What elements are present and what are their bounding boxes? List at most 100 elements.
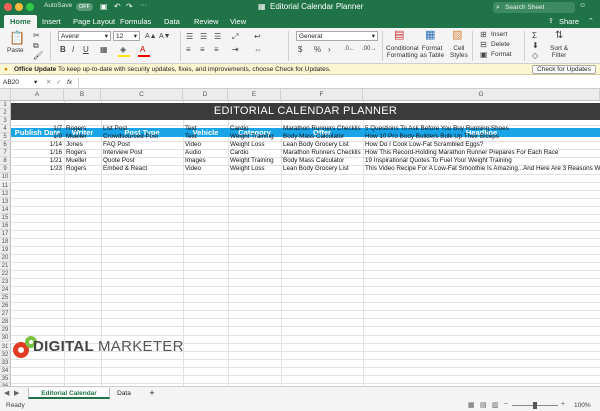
clipboard-icon[interactable]: 📋 (9, 31, 25, 44)
tab-insert[interactable]: Insert (36, 15, 67, 28)
cell-post-type[interactable]: Quote Post (103, 157, 181, 165)
delete-button[interactable]: Delete (491, 41, 510, 48)
cell-category[interactable]: Cardio (230, 125, 279, 133)
more-icon[interactable]: ··· (140, 2, 147, 9)
fill-color-icon[interactable]: ◈ (120, 45, 126, 54)
sheet-tab-editorial-calendar[interactable]: Editorial Calendar (28, 388, 110, 399)
row-header[interactable]: 35 (0, 374, 11, 383)
autosum-icon[interactable]: Σ (532, 31, 537, 40)
cell-styles-icon[interactable]: ▧ (452, 30, 462, 41)
cell-category[interactable]: Weight Training (230, 157, 279, 165)
font-name-select[interactable]: Avenir ▾ (58, 31, 111, 41)
align-bottom-icon[interactable]: ☰ (214, 32, 221, 41)
wrap-text-icon[interactable]: ↩ (254, 32, 261, 41)
decrease-decimal-icon[interactable]: .00→ (362, 45, 376, 54)
cell-vehicle[interactable]: Text (185, 133, 226, 141)
increase-decimal-icon[interactable]: .0← (344, 45, 355, 54)
cell-post-type[interactable]: Embed & React (103, 165, 181, 173)
normal-view-icon[interactable]: ▦ (468, 401, 475, 409)
cell-category[interactable]: Cardio (230, 149, 279, 157)
cell-publish-date[interactable]: 1/16 (13, 149, 62, 157)
cell-post-type[interactable]: Interview Post (103, 149, 181, 157)
cell-publish-date[interactable]: 1/21 (13, 157, 62, 165)
tab-formulas[interactable]: Formulas (114, 15, 157, 28)
row-header[interactable]: 16 (0, 221, 11, 230)
sort-filter-button[interactable]: Sort & Filter (550, 45, 568, 59)
row-header[interactable]: 34 (0, 366, 11, 375)
zoom-level[interactable]: 100% (574, 402, 591, 409)
cancel-formula-icon[interactable]: ✕ (46, 77, 51, 89)
row-header[interactable]: 22 (0, 270, 11, 279)
cell-headline[interactable]: How This Record-Holding Marathon Runner … (365, 149, 600, 157)
cell-category[interactable]: Weight Loss (230, 141, 279, 149)
check-for-updates-button[interactable]: Check for Updates (532, 65, 596, 74)
row-header[interactable]: 24 (0, 286, 11, 295)
zoom-out-icon[interactable]: − (504, 401, 508, 408)
font-color-icon[interactable]: A (140, 45, 145, 54)
sheet-tab-data[interactable]: Data (112, 388, 136, 399)
fill-icon[interactable]: ⬇ (532, 41, 539, 50)
align-center-icon[interactable]: ≡ (200, 45, 205, 54)
worksheet-grid[interactable]: A B C D E F G 1 2 3 4 5 6 7 8 9 10 11 12 13 14 15 16 17 1… (0, 89, 600, 386)
cell-headline[interactable]: How 10 Pro Body Builders Bulk Up Their B… (365, 133, 600, 141)
row-header[interactable]: 13 (0, 197, 11, 206)
page-break-view-icon[interactable]: ▥ (492, 401, 499, 409)
cell-offer[interactable]: Body Mass Calculator (283, 157, 361, 165)
cell-vehicle[interactable]: Text (185, 125, 226, 133)
cell-offer[interactable]: Body Mass Calculator (283, 133, 361, 141)
row-header[interactable]: 31 (0, 342, 11, 351)
underline-icon[interactable]: U (83, 45, 89, 54)
copy-icon[interactable]: ⧉ (33, 41, 39, 50)
conditional-formatting-button[interactable]: Conditional Formatting (386, 45, 419, 59)
add-sheet-button[interactable]: + (146, 388, 158, 399)
cell-publish-date[interactable]: 1/7 (13, 125, 62, 133)
first-sheet-icon[interactable]: ◀ (4, 389, 9, 397)
select-all-corner[interactable] (0, 89, 11, 101)
row-header[interactable]: 33 (0, 358, 11, 367)
column-header-d[interactable]: D (183, 89, 228, 101)
row-header[interactable]: 2 (0, 109, 11, 118)
cell-post-type[interactable]: FAQ Post (103, 141, 181, 149)
row-header[interactable]: 20 (0, 253, 11, 262)
increase-font-icon[interactable]: A▲ (145, 32, 157, 41)
row-header[interactable]: 8 (0, 157, 11, 166)
smiley-icon[interactable]: ☺ (579, 2, 586, 9)
tab-view[interactable]: View (224, 15, 252, 28)
row-header[interactable]: 32 (0, 350, 11, 359)
merge-center-icon[interactable]: ⇔ (254, 45, 262, 54)
row-header[interactable]: 25 (0, 294, 11, 303)
undo-icon[interactable]: ↶ (114, 2, 121, 11)
zoom-in-icon[interactable]: + (561, 401, 565, 408)
cell-vehicle[interactable]: Video (185, 141, 226, 149)
format-cells-icon[interactable]: ▣ (480, 50, 488, 59)
redo-icon[interactable]: ↷ (126, 2, 133, 11)
row-header[interactable]: 9 (0, 165, 11, 174)
column-header-a[interactable]: A (11, 89, 64, 101)
row-header[interactable]: 27 (0, 310, 11, 319)
insert-button[interactable]: Insert (491, 31, 507, 38)
cell-category[interactable]: Weight Training (230, 133, 279, 141)
clear-icon[interactable]: ◇ (532, 51, 538, 60)
cell-publish-date[interactable]: 1/14 (13, 141, 62, 149)
row-header[interactable]: 17 (0, 229, 11, 238)
align-top-icon[interactable]: ☰ (186, 32, 193, 41)
cell-writer[interactable]: Rogers (66, 165, 99, 173)
conditional-formatting-icon[interactable]: ▤ (394, 30, 404, 41)
row-header[interactable]: 14 (0, 205, 11, 214)
comma-style-icon[interactable]: › (328, 45, 331, 54)
column-header-c[interactable]: C (101, 89, 183, 101)
collapse-ribbon-icon[interactable]: ⌃ (588, 17, 594, 25)
format-as-table-icon[interactable]: ▦ (425, 30, 435, 41)
cell-styles-button[interactable]: Cell Styles (450, 45, 468, 59)
number-format-select[interactable]: General ▾ (296, 31, 378, 41)
sort-filter-icon[interactable]: ⇅ (555, 31, 563, 41)
align-right-icon[interactable]: ≡ (214, 45, 219, 54)
formula-input[interactable] (78, 78, 596, 88)
autosave-toggle[interactable]: OFF (76, 3, 93, 11)
paste-button[interactable]: Paste (7, 47, 24, 54)
cut-icon[interactable]: ✂ (33, 31, 40, 40)
cell-writer[interactable]: Rogers (66, 149, 99, 157)
align-left-icon[interactable]: ≡ (186, 45, 191, 54)
cell-category[interactable]: Weight Loss (230, 165, 279, 173)
tab-page-layout[interactable]: Page Layout (67, 15, 121, 28)
